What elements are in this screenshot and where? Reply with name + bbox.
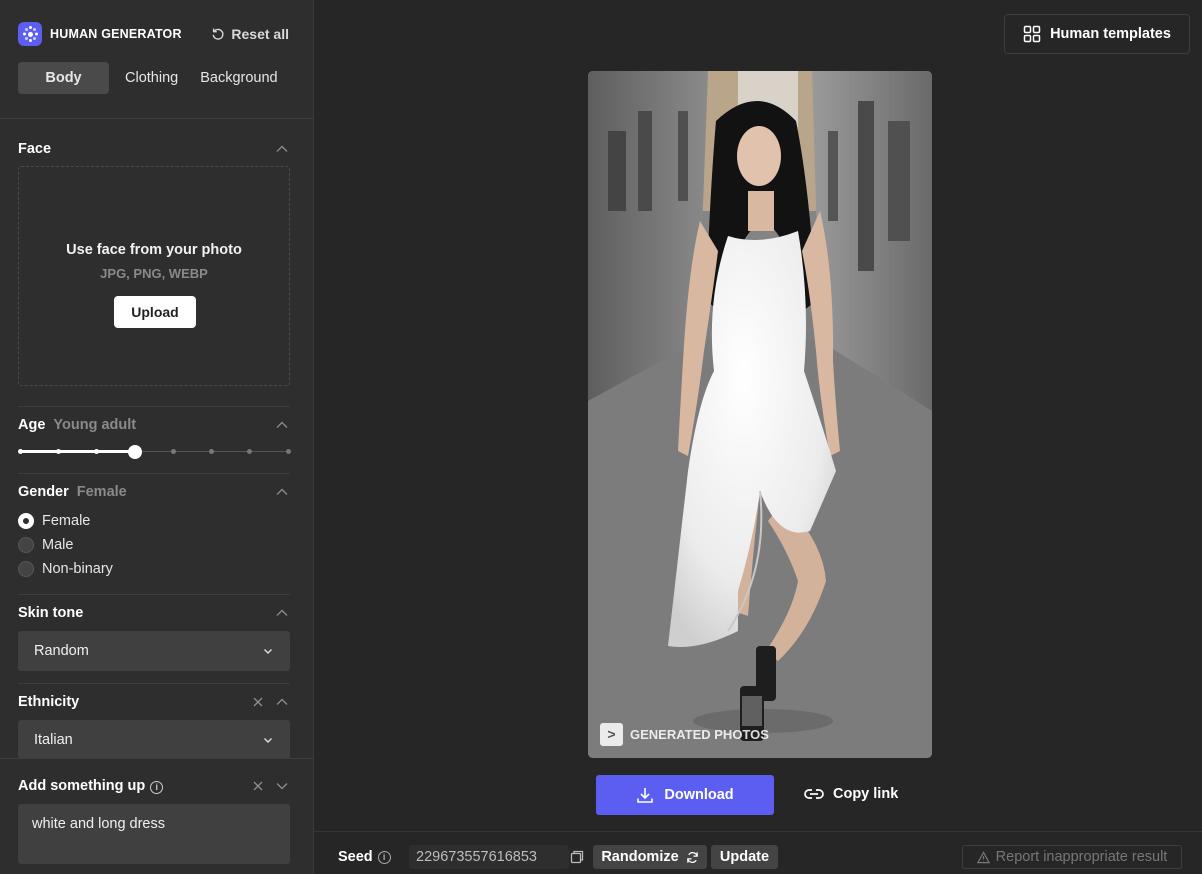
radio-label: Non-binary xyxy=(42,561,113,577)
human-generator-logo-icon xyxy=(18,22,42,46)
generated-photo: > GENERATED PHOTOS xyxy=(588,71,932,758)
seed-label: Seed i xyxy=(338,849,391,865)
download-label: Download xyxy=(664,787,734,803)
radio-male[interactable]: Male xyxy=(18,537,73,553)
report-button[interactable]: Report inappropriate result xyxy=(962,845,1182,869)
skin-tone-section-title: Skin tone xyxy=(18,605,84,621)
radio-label: Male xyxy=(42,537,74,553)
radio-unchecked-icon xyxy=(18,561,34,577)
slider-step[interactable] xyxy=(55,449,61,454)
randomize-label: Randomize xyxy=(601,849,679,865)
copy-icon[interactable] xyxy=(570,850,584,864)
gender-label: Gender xyxy=(18,484,69,500)
gender-value: Female xyxy=(76,484,127,500)
radio-checked-icon xyxy=(18,513,34,529)
tab-background[interactable]: Background xyxy=(194,62,283,94)
face-dropzone[interactable]: Use face from your photo JPG, PNG, WEBP … xyxy=(18,166,290,386)
dropzone-formats: JPG, PNG, WEBP xyxy=(100,266,208,281)
radio-non-binary[interactable]: Non-binary xyxy=(18,561,113,577)
dropzone-title: Use face from your photo xyxy=(66,242,242,258)
divider xyxy=(18,406,290,407)
generated-photos-logo-icon: > xyxy=(600,723,623,746)
reset-icon xyxy=(212,28,224,40)
seed-label-text: Seed xyxy=(338,849,373,865)
watermark: > GENERATED PHOTOS xyxy=(600,723,769,746)
human-templates-button[interactable]: Human templates xyxy=(1004,14,1190,54)
add-something-panel: Add something up i white and long dress xyxy=(0,758,313,874)
skin-tone-value: Random xyxy=(34,643,89,659)
tab-clothing[interactable]: Clothing xyxy=(109,62,194,94)
ethnicity-section-title: Ethnicity xyxy=(18,694,80,710)
age-value: Young adult xyxy=(53,417,137,433)
download-button[interactable]: Download xyxy=(596,775,774,815)
chevron-up-icon[interactable] xyxy=(275,418,289,432)
slider-step[interactable] xyxy=(94,449,100,454)
ethnicity-select[interactable]: Italian xyxy=(18,720,290,760)
slider-step[interactable] xyxy=(208,449,214,454)
chevron-up-icon[interactable] xyxy=(275,606,289,620)
report-label: Report inappropriate result xyxy=(995,849,1168,865)
link-icon xyxy=(804,789,824,799)
generated-person-image xyxy=(588,71,932,758)
chevron-down-icon xyxy=(264,649,272,654)
tab-bar: Body Clothing Background xyxy=(18,62,284,94)
add-something-label: Add something up xyxy=(18,778,146,794)
sidebar: HUMAN GENERATOR Reset all Body Clothing … xyxy=(0,0,314,874)
slider-step[interactable] xyxy=(17,449,23,454)
skin-tone-select[interactable]: Random xyxy=(18,631,290,671)
reset-all-label: Reset all xyxy=(231,26,289,42)
chevron-down-icon xyxy=(264,738,272,743)
copy-link-label: Copy link xyxy=(833,786,899,802)
upload-button[interactable]: Upload xyxy=(114,296,196,328)
slider-step[interactable] xyxy=(170,449,176,454)
slider-thumb[interactable] xyxy=(127,445,142,459)
tab-body[interactable]: Body xyxy=(18,62,109,94)
divider xyxy=(18,473,290,474)
radio-female[interactable]: Female xyxy=(18,513,90,529)
seed-bar: Seed i 229673557616853 Randomize Update … xyxy=(314,831,1202,874)
refresh-icon xyxy=(686,851,698,863)
age-label: Age xyxy=(18,417,46,433)
chevron-down-icon[interactable] xyxy=(275,779,289,793)
slider-fill xyxy=(20,450,135,453)
update-button[interactable]: Update xyxy=(711,845,778,869)
grid-icon xyxy=(1023,25,1041,43)
app: HUMAN GENERATOR Reset all Body Clothing … xyxy=(0,0,1202,874)
info-icon[interactable]: i xyxy=(150,781,164,794)
add-something-title: Add something up i xyxy=(18,778,164,794)
divider xyxy=(18,683,290,684)
randomize-button[interactable]: Randomize xyxy=(593,845,707,869)
human-templates-label: Human templates xyxy=(1050,26,1171,42)
gender-section-title: Gender Female xyxy=(18,484,127,500)
warning-icon xyxy=(976,850,990,863)
seed-input[interactable]: 229673557616853 xyxy=(409,845,569,869)
add-something-textarea[interactable]: white and long dress xyxy=(18,804,290,864)
watermark-text: GENERATED PHOTOS xyxy=(630,727,769,742)
chevron-up-icon[interactable] xyxy=(275,142,289,156)
slider-step[interactable] xyxy=(285,449,291,454)
chevron-up-icon[interactable] xyxy=(275,695,289,709)
face-section-title: Face xyxy=(18,141,52,157)
brand-name: HUMAN GENERATOR xyxy=(50,27,182,41)
copy-link-button[interactable]: Copy link xyxy=(803,785,898,803)
age-slider[interactable] xyxy=(17,445,291,459)
clear-icon[interactable] xyxy=(251,779,265,793)
reset-all-button[interactable]: Reset all xyxy=(211,26,289,42)
ethnicity-value: Italian xyxy=(34,732,73,748)
age-section-title: Age Young adult xyxy=(18,417,136,433)
divider xyxy=(18,594,290,595)
tabs-divider xyxy=(0,118,313,119)
clear-icon[interactable] xyxy=(251,695,265,709)
download-icon xyxy=(637,788,654,803)
radio-label: Female xyxy=(42,513,91,529)
radio-unchecked-icon xyxy=(18,537,34,553)
chevron-up-icon[interactable] xyxy=(275,485,289,499)
info-icon[interactable]: i xyxy=(377,850,391,864)
slider-step[interactable] xyxy=(247,449,253,454)
brand: HUMAN GENERATOR xyxy=(18,22,182,46)
